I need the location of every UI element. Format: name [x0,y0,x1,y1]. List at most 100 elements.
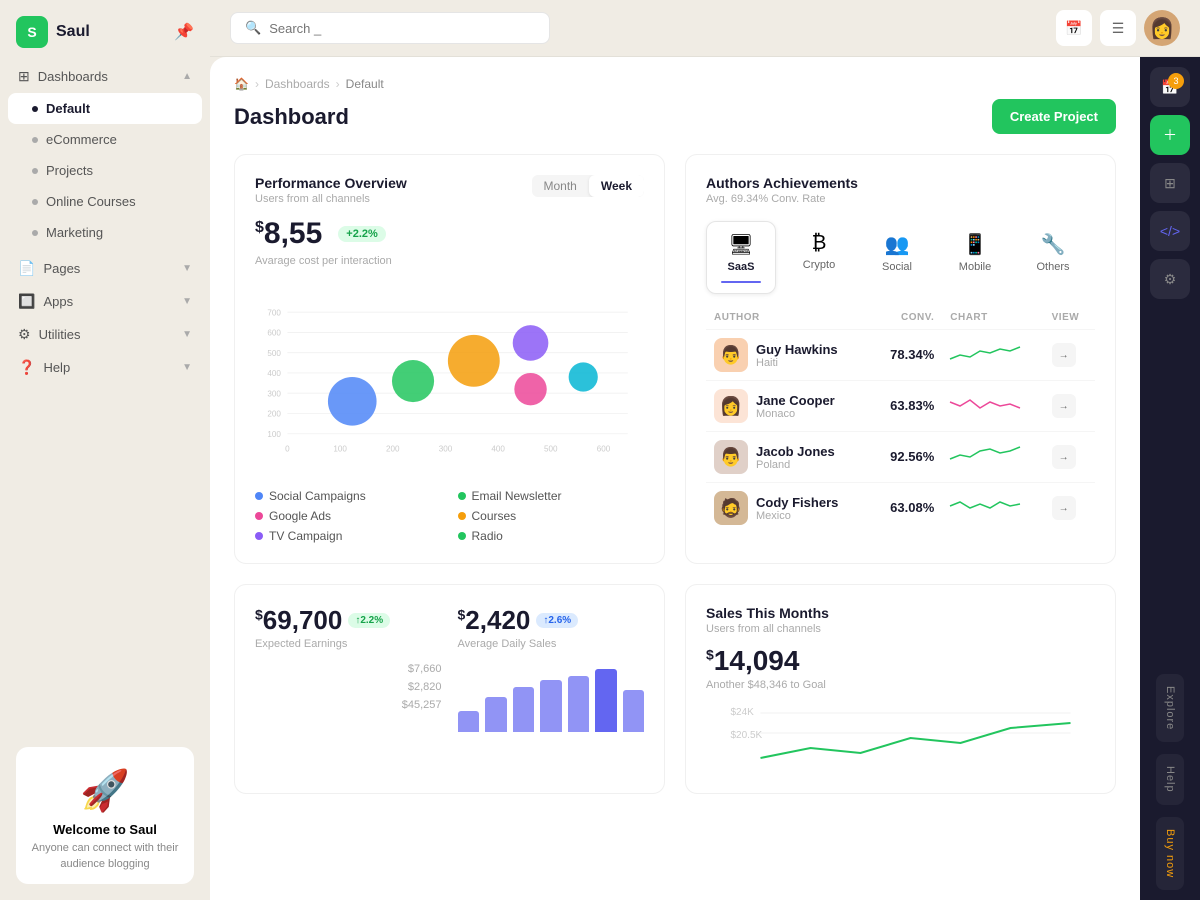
metric-label: Avarage cost per interaction [255,255,644,267]
view-btn[interactable]: → [1052,343,1076,367]
topbar: 🔍 📅 ☰ 👩 [210,0,1200,57]
sidebar-footer: 🚀 Welcome to Saul Anyone can connect wit… [0,731,210,900]
legend-label: Google Ads [269,509,331,523]
earn-val: $7,660 [408,663,442,675]
explore-btn[interactable]: Explore [1156,674,1184,742]
legend-dot [458,512,466,520]
sidebar-item-default[interactable]: Default [8,93,202,124]
page-title: Dashboard [234,104,349,130]
rs-grid-btn[interactable]: ⊞ [1150,163,1190,203]
legend-dot [458,532,466,540]
tab-week[interactable]: Week [589,175,644,197]
bar [485,697,507,732]
authors-tabs: 🖥 SaaS ₿ Crypto 👥 Social [706,221,1095,294]
conv-value: 78.34% [890,347,934,362]
chevron-icon: ▼ [182,296,192,307]
svg-text:600: 600 [597,445,611,454]
svg-text:200: 200 [267,410,281,419]
sidebar-item-label: Marketing [46,225,192,240]
tab-saas[interactable]: 🖥 SaaS [706,221,776,294]
rs-code-btn[interactable]: </> [1150,211,1190,251]
legend-dot [255,492,263,500]
author-name: Jane Cooper [756,393,835,408]
bar-chart [458,662,645,732]
bar [540,680,562,733]
svg-text:300: 300 [267,389,281,398]
author-info: 🧔 Cody Fishers Mexico [714,491,863,525]
sidebar-item-projects[interactable]: Projects [8,155,202,186]
svg-text:400: 400 [267,369,281,378]
performance-card: Performance Overview Users from all chan… [234,154,665,564]
tab-mobile[interactable]: 📱 Mobile [940,221,1010,294]
legend-label: Email Newsletter [472,489,562,503]
buy-now-btn[interactable]: Buy now [1156,817,1184,890]
sidebar-item-dashboards[interactable]: ⊞ Dashboards ▲ [8,60,202,93]
col-author: AUTHOR [706,306,871,330]
sidebar-item-utilities[interactable]: ⚙ Utilities ▼ [8,318,202,351]
sidebar-item-online-courses[interactable]: Online Courses [8,186,202,217]
currency: $ [255,606,263,622]
metric-value: $8,55 [255,217,322,251]
author-country: Haiti [756,357,838,369]
col-chart: CHART [942,306,1043,330]
avatar: 👨 [714,440,748,474]
author-info: 👨 Guy Hawkins Haiti [714,338,863,372]
view-btn[interactable]: → [1052,496,1076,520]
sidebar-item-pages[interactable]: 📄 Pages ▼ [8,252,202,285]
active-dot [32,106,38,112]
legend-label: Courses [472,509,517,523]
rs-settings-btn[interactable]: ⚙ [1150,259,1190,299]
menu-btn[interactable]: ☰ [1100,10,1136,46]
bar [513,687,535,733]
legend-email-newsletter: Email Newsletter [458,489,645,503]
rs-add-btn[interactable]: ＋ [1150,115,1190,155]
avatar[interactable]: 👩 [1144,10,1180,46]
tab-social[interactable]: 👥 Social [862,221,932,294]
view-btn[interactable]: → [1052,394,1076,418]
earnings-card: $69,700 ↑2.2% Expected Earnings $7,660 [234,584,665,794]
sidebar-item-apps[interactable]: 🔲 Apps ▼ [8,285,202,318]
chart-legend: Social Campaigns Email Newsletter Google… [255,489,644,543]
tab-month[interactable]: Month [532,175,589,197]
sidebar-item-help[interactable]: ❓ Help ▼ [8,351,202,384]
breadcrumb-current: Default [346,77,384,91]
topbar-right: 📅 ☰ 👩 [1056,10,1180,46]
chevron-icon: ▼ [182,362,192,373]
calendar-btn[interactable]: 📅 [1056,10,1092,46]
earn-row: $7,660 [255,660,442,678]
svg-text:200: 200 [386,445,400,454]
nav-group-dashboards: ⊞ Dashboards ▲ Default eCommerce Project… [8,60,202,248]
sidebar-item-marketing[interactable]: Marketing [8,217,202,248]
perf-title-group: Performance Overview Users from all chan… [255,175,407,205]
breadcrumb-dashboards[interactable]: Dashboards [265,77,330,91]
help-btn[interactable]: Help [1156,754,1184,805]
mobile-icon: 📱 [963,232,988,257]
tab-others[interactable]: 🔧 Others [1018,221,1088,294]
content-main: 🏠 › Dashboards › Default Dashboard Creat… [210,57,1140,900]
search-input[interactable] [269,21,535,36]
social-icon: 👥 [885,232,910,257]
goal-text: Another $48,346 to Goal [706,679,1095,691]
conv-value: 63.08% [890,500,934,515]
perf-subtitle: Users from all channels [255,193,407,205]
tab-underline [721,281,761,283]
bar [623,690,645,732]
col-view: VIEW [1044,306,1095,330]
view-btn[interactable]: → [1052,445,1076,469]
currency-symbol: $ [255,219,264,236]
tab-mobile-label: Mobile [959,261,991,273]
stats-grid: $69,700 ↑2.2% Expected Earnings $7,660 [255,605,644,732]
pin-icon[interactable]: 📌 [174,22,194,42]
conv-value: 63.83% [890,398,934,413]
sidebar-item-label: Pages [43,261,174,276]
sidebar-item-ecommerce[interactable]: eCommerce [8,124,202,155]
tab-crypto[interactable]: ₿ Crypto [784,221,854,294]
earnings-badge: ↑2.2% [348,613,390,628]
authors-table: AUTHOR CONV. CHART VIEW 👨 [706,306,1095,533]
sparkline-chart [950,341,1020,365]
bar [458,711,480,732]
svg-text:600: 600 [267,329,281,338]
legend-google-ads: Google Ads [255,509,442,523]
svg-text:100: 100 [267,430,281,439]
create-project-button[interactable]: Create Project [992,99,1116,134]
